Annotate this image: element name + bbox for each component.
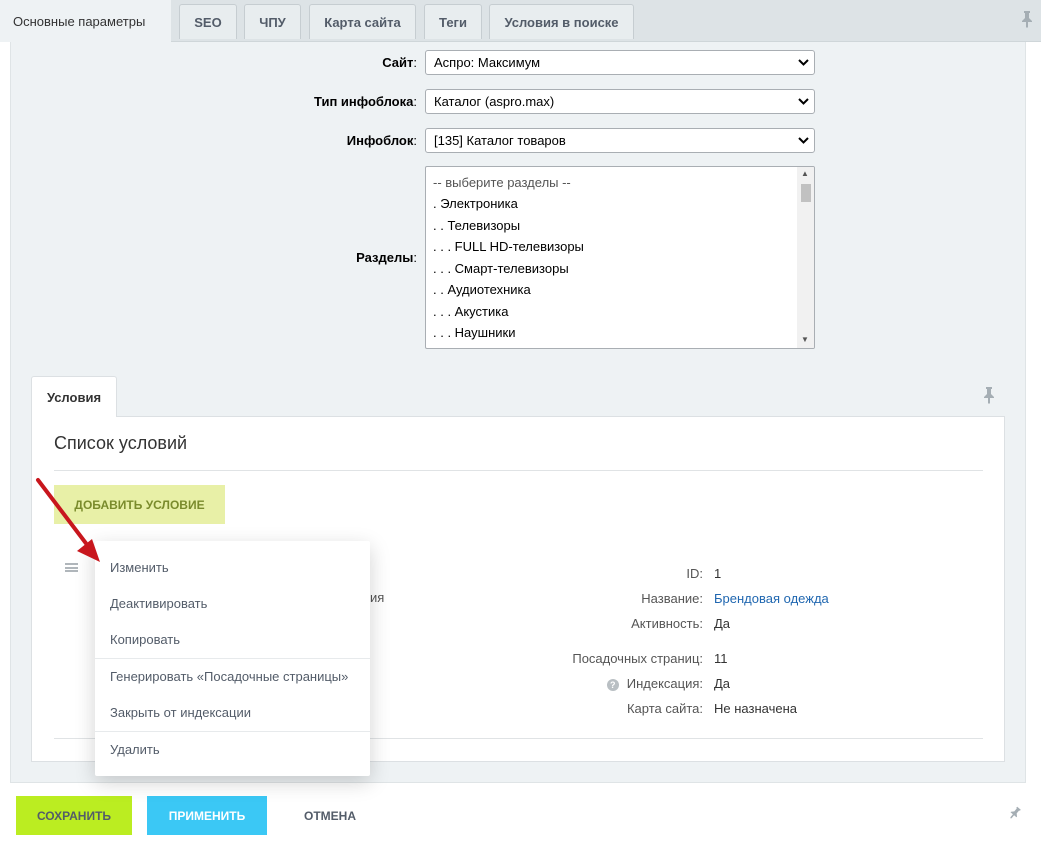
chevron-down-icon — [798, 129, 809, 161]
active-label: Активность: — [631, 616, 703, 631]
pin-icon[interactable] — [1020, 10, 1034, 32]
site-select[interactable]: Аспро: Максимум — [425, 50, 815, 75]
cancel-button[interactable]: ОТМЕНА — [288, 796, 372, 835]
site-label: Сайт: — [382, 55, 417, 70]
scrollbar-thumb[interactable] — [801, 184, 811, 202]
landing-pages-label: Посадочных страниц: — [572, 651, 703, 666]
apply-button[interactable]: ПРИМЕНИТЬ — [147, 796, 267, 835]
sections-option[interactable]: . . . Смарт-телевизоры — [433, 261, 569, 276]
tabs-bar: Основные параметры SEO ЧПУ Карта сайта Т… — [0, 0, 1041, 42]
menu-item-edit[interactable]: Изменить — [95, 549, 370, 585]
tab-sitemap[interactable]: Карта сайта — [309, 4, 416, 39]
id-label: ID: — [686, 566, 703, 581]
menu-item-delete[interactable]: Удалить — [95, 731, 370, 767]
scroll-down-icon[interactable]: ▼ — [801, 335, 809, 344]
sitemap-label: Карта сайта: — [626, 701, 703, 716]
iblock-select[interactable]: [135] Каталог товаров — [425, 128, 815, 153]
pin-icon[interactable] — [982, 386, 996, 408]
indexing-label: ? Индексация: — [606, 676, 703, 691]
name-label: Название: — [641, 591, 703, 606]
menu-item-generate-landing[interactable]: Генерировать «Посадочные страницы» — [95, 658, 370, 694]
sections-option[interactable]: -- выберите разделы -- — [433, 175, 571, 190]
chevron-down-icon — [798, 90, 809, 122]
tab-main-params[interactable]: Основные параметры — [0, 0, 171, 42]
condition-partial-text: ия — [370, 590, 385, 605]
sections-label: Разделы: — [356, 250, 417, 265]
sitemap-value: Не назначена — [714, 701, 797, 716]
save-button[interactable]: СОХРАНИТЬ — [16, 796, 132, 835]
active-value: Да — [714, 616, 731, 631]
chevron-down-icon — [798, 51, 809, 83]
iblock-type-label: Тип инфоблока: — [314, 94, 417, 109]
sections-option[interactable]: . . . FULL HD-телевизоры — [433, 239, 584, 254]
sections-option[interactable]: . . Аудиотехника — [433, 282, 531, 297]
id-value: 1 — [714, 566, 722, 581]
divider — [54, 470, 983, 471]
annotation-arrow-icon — [36, 478, 100, 562]
tab-chpu[interactable]: ЧПУ — [244, 4, 301, 39]
iblock-label: Инфоблок: — [346, 133, 417, 148]
sections-option[interactable]: . . Телевизоры — [433, 218, 520, 233]
menu-item-deactivate[interactable]: Деактивировать — [95, 585, 370, 621]
name-link[interactable]: Брендовая одежда — [714, 591, 829, 606]
help-icon[interactable]: ? — [606, 679, 619, 691]
pin-icon[interactable] — [1008, 806, 1022, 824]
sections-scrollbar[interactable]: ▲ ▼ — [797, 167, 814, 348]
tab-seo[interactable]: SEO — [179, 4, 237, 39]
tab-conditions[interactable]: Условия — [31, 376, 117, 417]
indexing-value: Да — [714, 676, 731, 691]
sections-option[interactable]: . . . Акустика — [433, 304, 508, 319]
menu-item-copy[interactable]: Копировать — [95, 621, 370, 657]
scroll-up-icon[interactable]: ▲ — [801, 169, 809, 178]
iblock-type-select[interactable]: Каталог (aspro.max) — [425, 89, 815, 114]
sections-option[interactable]: . . . Наушники — [433, 325, 515, 340]
conditions-list-title: Список условий — [54, 433, 188, 453]
sections-listbox[interactable]: -- выберите разделы -- . Электроника . .… — [425, 166, 815, 349]
tab-search-conditions[interactable]: Условия в поиске — [489, 4, 634, 39]
context-menu: Изменить Деактивировать Копировать Генер… — [95, 541, 370, 776]
menu-item-noindex[interactable]: Закрыть от индексации — [95, 694, 370, 730]
sections-option[interactable]: . Электроника — [433, 196, 518, 211]
landing-pages-value: 11 — [714, 651, 728, 666]
tab-tags[interactable]: Теги — [424, 4, 482, 39]
